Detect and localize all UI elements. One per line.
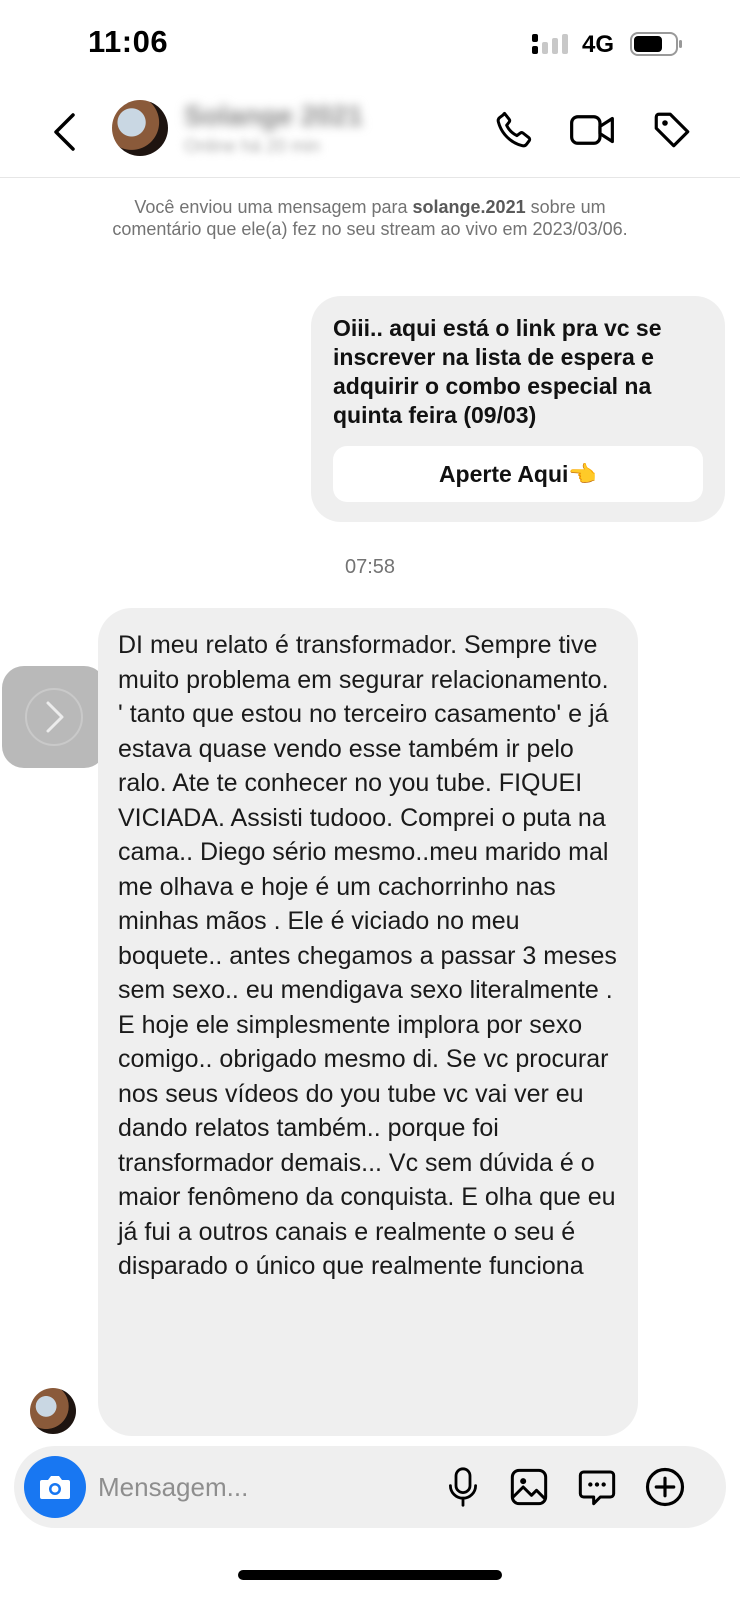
- home-indicator[interactable]: [238, 1570, 502, 1580]
- tag-button[interactable]: [648, 106, 696, 154]
- gallery-button[interactable]: [504, 1462, 554, 1512]
- network-type: 4G: [582, 31, 615, 58]
- microphone-icon: [449, 1467, 477, 1507]
- battery-icon: [630, 32, 682, 56]
- sticker-icon: [578, 1470, 616, 1506]
- camera-button[interactable]: [24, 1456, 86, 1518]
- contact-status: Online há 20 min: [184, 136, 321, 156]
- camera-icon: [40, 1476, 70, 1499]
- gallery-icon: [510, 1468, 548, 1506]
- sender-avatar[interactable]: [30, 1388, 76, 1434]
- message-input[interactable]: [98, 1466, 418, 1508]
- signal-strength-icon: [532, 34, 568, 54]
- contact-name[interactable]: Solange 2021: [184, 100, 363, 132]
- link-cta-button[interactable]: Aperte Aqui👈: [333, 446, 703, 502]
- video-camera-icon: [570, 115, 614, 145]
- voice-call-button[interactable]: [490, 106, 538, 154]
- voice-message-button[interactable]: [438, 1462, 488, 1512]
- video-call-button[interactable]: [568, 106, 616, 154]
- status-time: 11:06: [88, 24, 169, 59]
- forward-button[interactable]: [2, 666, 106, 768]
- tag-icon: [654, 112, 690, 148]
- outgoing-message-text: Oiii.. aqui está o link pra vc se inscre…: [333, 315, 662, 428]
- message-timestamp: 07:58: [344, 556, 396, 578]
- contact-avatar[interactable]: [112, 100, 168, 156]
- conversation-context-note: Você enviou uma mensagem para solange.20…: [90, 196, 650, 240]
- phone-icon: [496, 111, 532, 148]
- chat-header: Solange 2021 Online há 20 min: [0, 88, 740, 178]
- incoming-message-bubble[interactable]: DI meu relato é transformador. Sempre ti…: [98, 608, 638, 1436]
- back-button[interactable]: [44, 108, 84, 156]
- info-username[interactable]: solange.2021: [413, 197, 526, 217]
- outgoing-message-bubble[interactable]: Oiii.. aqui está o link pra vc se inscre…: [311, 296, 725, 522]
- chevron-right-icon: [25, 688, 83, 746]
- info-prefix: Você enviou uma mensagem para: [134, 197, 413, 217]
- incoming-message-text: DI meu relato é transformador. Sempre ti…: [118, 631, 617, 1280]
- plus-icon: [645, 1467, 685, 1507]
- sticker-button[interactable]: [572, 1462, 622, 1512]
- message-composer: [14, 1446, 726, 1528]
- status-bar: 11:06 4G: [0, 0, 740, 88]
- more-options-button[interactable]: [640, 1462, 690, 1512]
- back-chevron-icon: [54, 113, 75, 151]
